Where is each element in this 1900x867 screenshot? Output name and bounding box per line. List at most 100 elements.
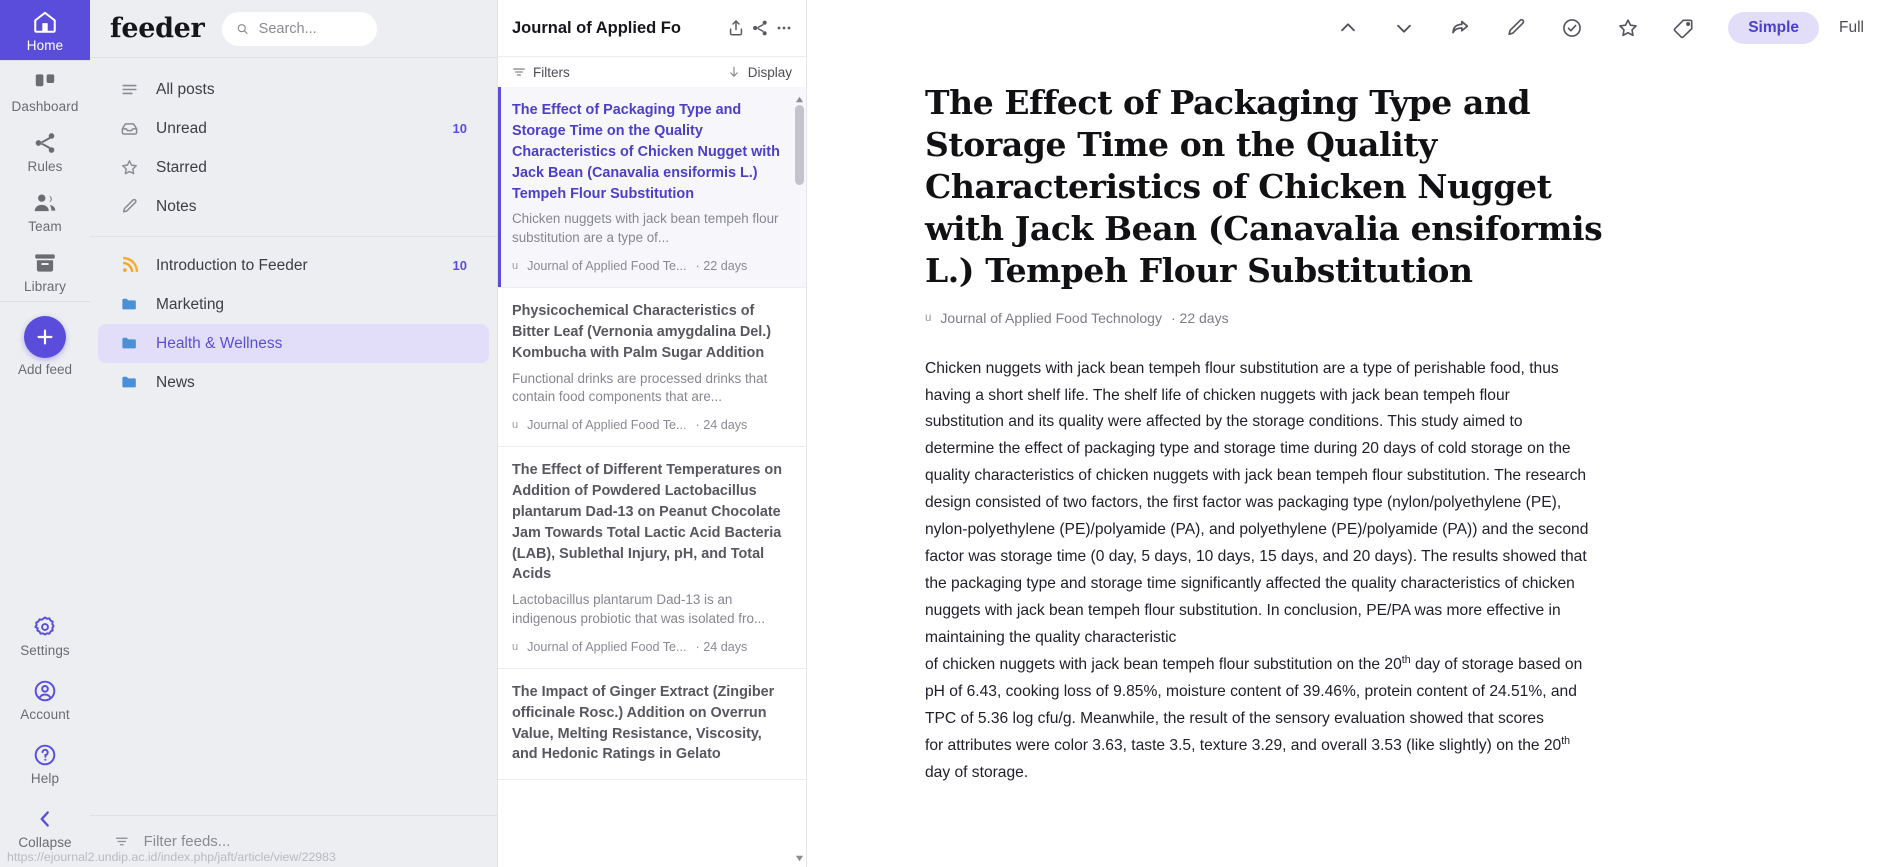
filters-label: Filters <box>533 65 570 80</box>
rail-item-home[interactable]: Home <box>0 0 90 60</box>
library-archive-icon <box>32 250 58 276</box>
article-title: The Impact of Ginger Extract (Zingiber o… <box>512 682 788 766</box>
team-people-icon <box>32 190 58 216</box>
sidebar-item-unread[interactable]: Unread 10 <box>98 109 489 148</box>
add-feed-circle <box>24 316 66 358</box>
view-simple-button[interactable]: Simple <box>1728 12 1819 44</box>
rail-item-rules[interactable]: Rules <box>0 121 90 181</box>
scroll-down-arrow-icon[interactable] <box>795 854 804 863</box>
article-title: Physicochemical Characteristics of Bitte… <box>512 301 788 364</box>
sidebar-feeds: Introduction to Feeder 10 Marketing Heal… <box>90 237 497 815</box>
folder-icon <box>120 295 139 314</box>
share-nodes-icon[interactable] <box>750 18 770 38</box>
article-age: · 24 days <box>696 418 748 432</box>
article-list-header: Journal of Applied Fo <box>498 0 806 57</box>
article-paragraph-3: for attributes were color 3.63, taste 3.… <box>925 733 1590 787</box>
sidebar-folder-news[interactable]: News <box>98 363 489 402</box>
sidebar-item-label: Starred <box>156 159 450 177</box>
sidebar-feed-count: 10 <box>453 258 467 273</box>
display-label: Display <box>748 65 792 80</box>
list-controls: Filters Display <box>498 57 806 87</box>
article-source: Journal of Applied Food Te... <box>527 259 686 273</box>
article-list-item[interactable]: The Effect of Different Temperatures on … <box>498 447 806 669</box>
pencil-icon <box>120 197 139 216</box>
sidebar-item-label: Unread <box>156 120 436 138</box>
feed-sidebar: feeder All posts Unread 10 Starred <box>90 0 498 867</box>
rail-item-account[interactable]: Account <box>0 667 90 731</box>
sidebar-folder-health-wellness[interactable]: Health & Wellness <box>98 324 489 363</box>
article-age: · 24 days <box>696 640 748 654</box>
para2-part-a: of chicken nuggets with jack bean tempeh… <box>925 656 1402 673</box>
view-mode-toggle: Simple Full <box>1728 11 1884 45</box>
view-full-button[interactable]: Full <box>1819 12 1884 44</box>
sidebar-feed-label: Introduction to Feeder <box>156 257 436 275</box>
rail-item-label: Dashboard <box>12 99 79 114</box>
sidebar-folder-marketing[interactable]: Marketing <box>98 285 489 324</box>
filters-button[interactable]: Filters <box>512 65 570 80</box>
forward-arrow-icon[interactable] <box>1449 17 1471 39</box>
folder-icon <box>120 334 139 353</box>
sidebar-nav: All posts Unread 10 Starred Notes <box>90 58 497 236</box>
article-title: The Effect of Different Temperatures on … <box>512 460 788 585</box>
chevron-left-icon <box>32 806 58 832</box>
article-source: Journal of Applied Food Te... <box>527 418 686 432</box>
folder-icon <box>120 373 139 392</box>
reader-panel: Simple Full The Effect of Packaging Type… <box>807 0 1900 867</box>
article-list-panel: Journal of Applied Fo Filters Display Th… <box>498 0 807 867</box>
status-bar-url: https://ejournal2.undip.ac.id/index.php/… <box>0 847 343 867</box>
rail-bottom-group: Settings Account Help Collapse <box>0 603 90 867</box>
scrollbar-thumb[interactable] <box>795 105 804 185</box>
rail-item-help[interactable]: Help <box>0 731 90 795</box>
favicon: u <box>512 419 518 431</box>
sidebar-header: feeder <box>90 0 497 57</box>
pencil-icon[interactable] <box>1505 17 1527 39</box>
reader-toolbar: Simple Full <box>807 0 1900 56</box>
article-age: · 22 days <box>1171 310 1229 326</box>
article-source: Journal of Applied Food Technology <box>940 310 1162 326</box>
more-ellipsis-icon[interactable] <box>774 18 794 38</box>
app-logo: feeder <box>110 13 204 44</box>
article-meta: u Journal of Applied Food Te... · 22 day… <box>512 259 788 273</box>
rail-item-team[interactable]: Team <box>0 181 90 241</box>
chevron-up-icon[interactable] <box>1337 17 1359 39</box>
sidebar-folder-label: Health & Wellness <box>156 335 450 353</box>
rail-item-settings[interactable]: Settings <box>0 603 90 667</box>
search-input[interactable] <box>259 21 364 37</box>
rail-item-dashboard[interactable]: Dashboard <box>0 61 90 121</box>
rail-item-label: Team <box>28 219 61 234</box>
sidebar-feed-introduction-to-feeder[interactable]: Introduction to Feeder 10 <box>98 246 489 285</box>
rail-divider-2 <box>0 301 90 302</box>
search-box[interactable] <box>222 12 377 46</box>
sidebar-item-label: All posts <box>156 81 450 99</box>
favicon: u <box>512 260 518 272</box>
share-upload-icon[interactable] <box>726 18 746 38</box>
article-excerpt: Lactobacillus plantarum Dad-13 is an ind… <box>512 591 788 629</box>
sidebar-item-label: Notes <box>156 198 450 216</box>
article-byline: u Journal of Applied Food Technology · 2… <box>925 310 1780 326</box>
check-circle-icon[interactable] <box>1561 17 1583 39</box>
help-question-icon <box>32 742 58 768</box>
reader-content: The Effect of Packaging Type and Storage… <box>807 56 1900 867</box>
add-feed-button[interactable]: Add feed <box>18 316 72 377</box>
plus-icon <box>34 326 56 348</box>
scroll-up-arrow-icon[interactable] <box>795 95 804 104</box>
rail-item-label: Account <box>20 707 69 722</box>
sidebar-item-notes[interactable]: Notes <box>98 187 489 226</box>
chevron-down-icon[interactable] <box>1393 17 1415 39</box>
article-list-item[interactable]: The Impact of Ginger Extract (Zingiber o… <box>498 669 806 781</box>
article-list-scroll[interactable]: The Effect of Packaging Type and Storage… <box>498 87 806 867</box>
rail-item-library[interactable]: Library <box>0 241 90 301</box>
arrow-down-icon <box>727 65 741 79</box>
star-outline-icon[interactable] <box>1617 17 1639 39</box>
article-excerpt: Functional drinks are processed drinks t… <box>512 370 788 408</box>
primary-rail: Home Dashboard Rules Team Library Add fe… <box>0 0 90 867</box>
home-icon <box>32 9 58 35</box>
list-scrollbar[interactable] <box>795 91 804 863</box>
article-list-item[interactable]: The Effect of Packaging Type and Storage… <box>498 87 806 288</box>
sidebar-item-starred[interactable]: Starred <box>98 148 489 187</box>
article-paragraph-1: Chicken nuggets with jack bean tempeh fl… <box>925 356 1590 653</box>
sidebar-item-all-posts[interactable]: All posts <box>98 70 489 109</box>
article-list-item[interactable]: Physicochemical Characteristics of Bitte… <box>498 288 806 447</box>
display-button[interactable]: Display <box>727 65 792 80</box>
tag-icon[interactable] <box>1673 17 1695 39</box>
